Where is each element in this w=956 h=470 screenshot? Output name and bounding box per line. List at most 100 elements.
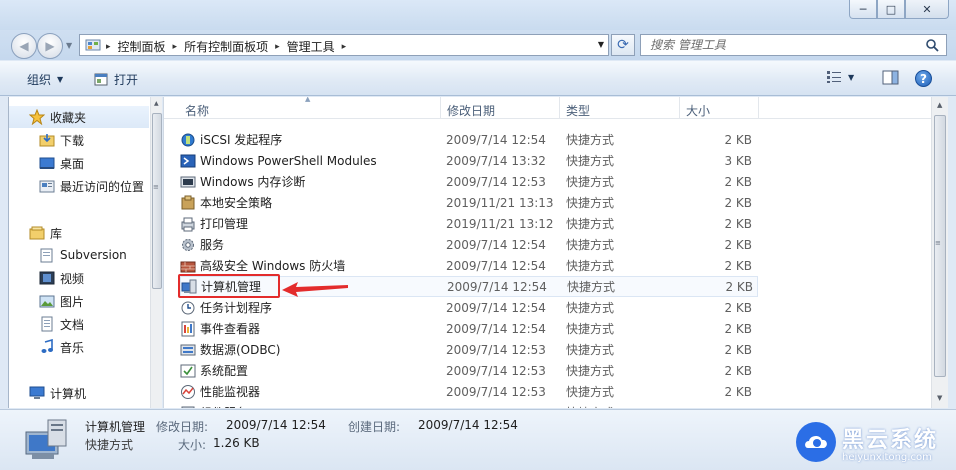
file-name: 数据源(ODBC) — [200, 343, 281, 357]
file-row[interactable]: 事件查看器 2009/7/14 12:54 快捷方式 2 KB — [180, 318, 758, 339]
nav-item-videos[interactable]: 视频 — [9, 267, 149, 289]
details-file-type: 快捷方式 — [85, 438, 134, 452]
nav-item-recent-places[interactable]: 最近访问的位置 — [9, 175, 149, 197]
file-row[interactable]: 性能监视器 2009/7/14 12:53 快捷方式 2 KB — [180, 381, 758, 402]
organize-button[interactable]: 组织 ▼ — [27, 71, 63, 88]
details-size-label: 大小: — [178, 438, 207, 452]
nav-item-libraries[interactable]: 库 — [9, 222, 149, 244]
file-row[interactable]: 高级安全 Windows 防火墙 2009/7/14 12:54 快捷方式 2 KB — [180, 255, 758, 276]
scroll-up-icon[interactable]: ▲ — [154, 100, 159, 107]
file-row[interactable]: 系统配置 2009/7/14 12:53 快捷方式 2 KB — [180, 360, 758, 381]
watermark-title: 黑云系统 — [842, 428, 939, 453]
search-icon[interactable] — [925, 38, 939, 52]
file-size: 2 KB — [724, 258, 752, 273]
address-dropdown-icon[interactable]: ▼ — [598, 40, 604, 49]
file-name: 任务计划程序 — [200, 301, 273, 315]
file-list-scrollbar[interactable]: ▲ ≡ ▼ — [931, 97, 948, 408]
details-file-name: 计算机管理 — [85, 420, 146, 434]
nav-item-pictures[interactable]: 图片 — [9, 290, 149, 312]
breadcrumb-admin-tools[interactable]: 管理工具 — [287, 38, 335, 55]
preview-pane-button[interactable] — [882, 70, 899, 85]
nav-item-label: 音乐 — [60, 340, 85, 355]
file-row[interactable]: 任务计划程序 2009/7/14 12:54 快捷方式 2 KB — [180, 297, 758, 318]
file-row[interactable]: 服务 2009/7/14 12:54 快捷方式 2 KB — [180, 234, 758, 255]
file-row[interactable]: 数据源(ODBC) 2009/7/14 12:53 快捷方式 2 KB — [180, 339, 758, 360]
services-gear-icon — [182, 238, 194, 251]
change-view-button[interactable]: ▼ — [826, 70, 854, 84]
file-row[interactable]: 打印管理 2019/11/21 13:12 快捷方式 2 KB — [180, 213, 758, 234]
nav-scrollbar[interactable]: ▲ ≡ — [150, 97, 162, 408]
file-size: 3 KB — [724, 153, 752, 168]
nav-item-downloads[interactable]: 下载 — [9, 129, 149, 151]
file-type: 快捷方式 — [566, 217, 615, 231]
file-name: 性能监视器 — [200, 385, 261, 399]
column-divider[interactable] — [440, 97, 441, 119]
column-divider[interactable] — [559, 97, 560, 119]
file-row[interactable]: 组件服务2009/7/14 12:57 快捷方式 2 KB — [180, 402, 758, 408]
download-folder-icon — [39, 134, 55, 147]
file-row[interactable]: Windows PowerShell Modules 2009/7/14 13:3… — [180, 150, 758, 171]
breadcrumb-all-control-panel-items[interactable]: 所有控制面板项 — [184, 38, 268, 55]
red-arrow-icon — [282, 282, 348, 297]
organize-label: 组织 — [27, 73, 52, 87]
file-modified-date: 2009/7/14 12:53 — [446, 384, 546, 399]
file-name: 本地安全策略 — [200, 196, 273, 210]
nav-item-documents[interactable]: 文档 — [9, 313, 149, 335]
breadcrumb-separator-icon[interactable]: ▸ — [342, 42, 347, 52]
file-row[interactable]: 本地安全策略 2019/11/21 13:13 快捷方式 2 KB — [180, 192, 758, 213]
details-size-value: 1.26 KB — [213, 436, 260, 450]
file-size: 2 KB — [724, 174, 752, 189]
file-type: 快捷方式 — [566, 404, 614, 408]
nav-item-label: Subversion — [60, 248, 127, 262]
forward-button[interactable]: ▶ — [37, 33, 63, 59]
task-scheduler-icon — [181, 301, 195, 314]
scroll-grip-icon: ≡ — [153, 183, 159, 191]
breadcrumb-separator-icon[interactable]: ▸ — [173, 42, 178, 52]
maximize-button[interactable]: □ — [877, 0, 905, 19]
nav-item-favorites[interactable]: 收藏夹 — [9, 106, 149, 128]
column-name-header[interactable]: 名称 — [185, 102, 209, 119]
help-button[interactable]: ? — [915, 70, 932, 87]
close-button[interactable]: ✕ — [905, 0, 949, 19]
nav-item-subversion[interactable]: Subversion — [9, 244, 149, 266]
file-name: 系统配置 — [200, 364, 249, 378]
search-box[interactable] — [640, 34, 947, 56]
minimize-button[interactable]: ─ — [849, 0, 877, 19]
column-divider[interactable] — [679, 97, 680, 119]
column-type-header[interactable]: 类型 — [566, 102, 590, 119]
file-row[interactable]: Windows 内存诊断 2009/7/14 12:53 快捷方式 2 KB — [180, 171, 758, 192]
file-name: iSCSI 发起程序 — [200, 133, 283, 147]
nav-item-label: 视频 — [60, 271, 85, 286]
recent-pages-dropdown-icon[interactable]: ▼ — [66, 41, 72, 50]
file-name: Windows 内存诊断 — [200, 175, 306, 189]
breadcrumb-separator-icon[interactable]: ▸ — [275, 42, 280, 52]
open-button[interactable]: 打开 — [94, 71, 138, 88]
print-management-icon — [181, 217, 195, 231]
file-type: 快捷方式 — [566, 301, 615, 315]
file-row[interactable]: iSCSI 发起程序 2009/7/14 12:54 快捷方式 2 KB — [180, 129, 758, 150]
breadcrumb-control-panel[interactable]: 控制面板 — [118, 38, 166, 55]
breadcrumb-separator-icon[interactable]: ▸ — [106, 42, 111, 52]
column-size-header[interactable]: 大小 — [686, 102, 710, 119]
address-bar[interactable]: ▸ 控制面板 ▸ 所有控制面板项 ▸ 管理工具 ▸ ▼ — [79, 34, 609, 56]
nav-item-computer[interactable]: 计算机 — [9, 382, 149, 404]
help-icon: ? — [915, 70, 932, 87]
nav-item-label: 下载 — [60, 133, 85, 148]
file-modified-date: 2009/7/14 12:57 — [446, 406, 546, 409]
nav-item-music[interactable]: 音乐 — [9, 336, 149, 358]
music-icon — [41, 339, 53, 353]
nav-item-label: 收藏夹 — [50, 110, 87, 125]
column-modified-header[interactable]: 修改日期 — [447, 102, 495, 119]
scroll-up-icon[interactable]: ▲ — [937, 101, 942, 109]
chevron-down-icon: ▼ — [57, 75, 64, 84]
scroll-down-icon[interactable]: ▼ — [937, 394, 942, 402]
library-icon — [29, 226, 45, 240]
nav-item-desktop[interactable]: 桌面 — [9, 152, 149, 174]
nav-scroll-thumb[interactable] — [152, 113, 162, 289]
column-divider[interactable] — [758, 97, 759, 119]
file-modified-date: 2009/7/14 12:53 — [446, 342, 546, 357]
refresh-button[interactable]: ⟳ — [611, 34, 635, 56]
powershell-icon — [180, 154, 196, 167]
search-input[interactable] — [641, 35, 911, 55]
back-button[interactable]: ◀ — [11, 33, 37, 59]
